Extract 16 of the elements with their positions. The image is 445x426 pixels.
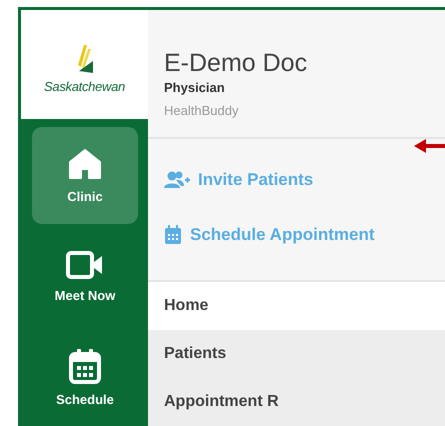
sidebar-nav-item[interactable]: Meet Now: [32, 228, 138, 325]
add-users-icon: [164, 171, 190, 190]
menu-item[interactable]: Home: [148, 282, 445, 330]
calendar-icon: [68, 348, 102, 384]
user-name: E-Demo Doc: [164, 48, 308, 78]
sidebar-nav-item[interactable]: Schedule: [32, 329, 138, 426]
menu-item[interactable]: Appointment R: [148, 378, 445, 426]
user-role: Physician: [164, 80, 225, 95]
home-icon: [68, 147, 102, 181]
pointer-arrow: [414, 139, 445, 153]
app-name: HealthBuddy: [164, 103, 238, 118]
sidebar-nav-item[interactable]: Clinic: [32, 127, 138, 224]
logo-text: Saskatchewan: [44, 79, 125, 94]
menu-item[interactable]: Patients: [148, 330, 445, 378]
video-camera-icon: [66, 250, 104, 280]
calendar-icon: [164, 225, 182, 246]
